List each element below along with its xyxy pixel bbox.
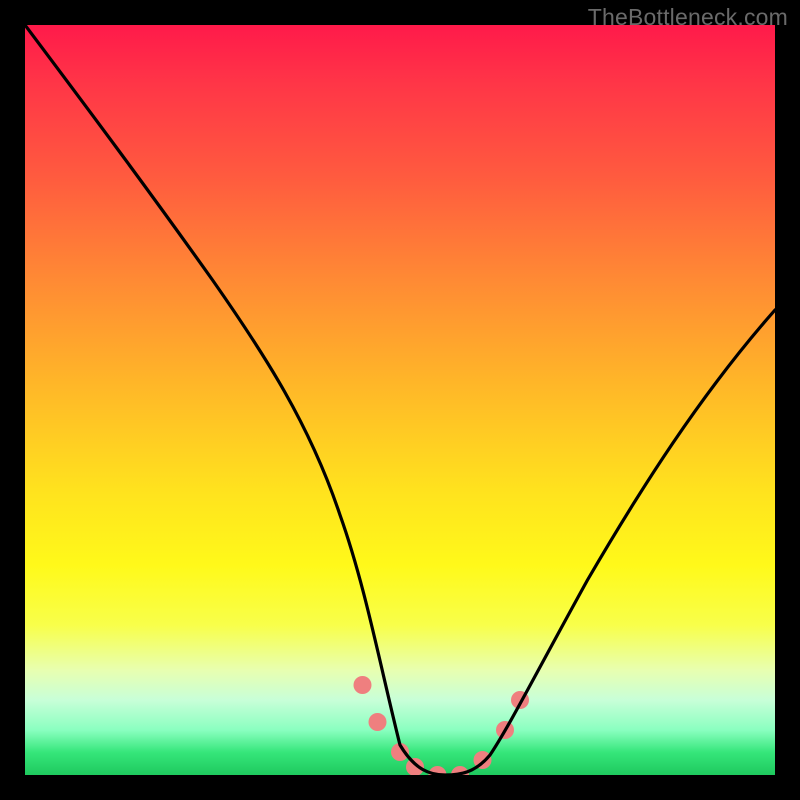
bottleneck-curve-path bbox=[25, 25, 775, 775]
watermark-text: TheBottleneck.com bbox=[588, 4, 788, 31]
marker-group bbox=[354, 676, 530, 775]
curve-layer bbox=[25, 25, 775, 775]
marker-dot bbox=[354, 676, 372, 694]
marker-dot bbox=[369, 713, 387, 731]
plot-area bbox=[25, 25, 775, 775]
chart-frame: TheBottleneck.com bbox=[0, 0, 800, 800]
marker-dot bbox=[406, 758, 424, 775]
